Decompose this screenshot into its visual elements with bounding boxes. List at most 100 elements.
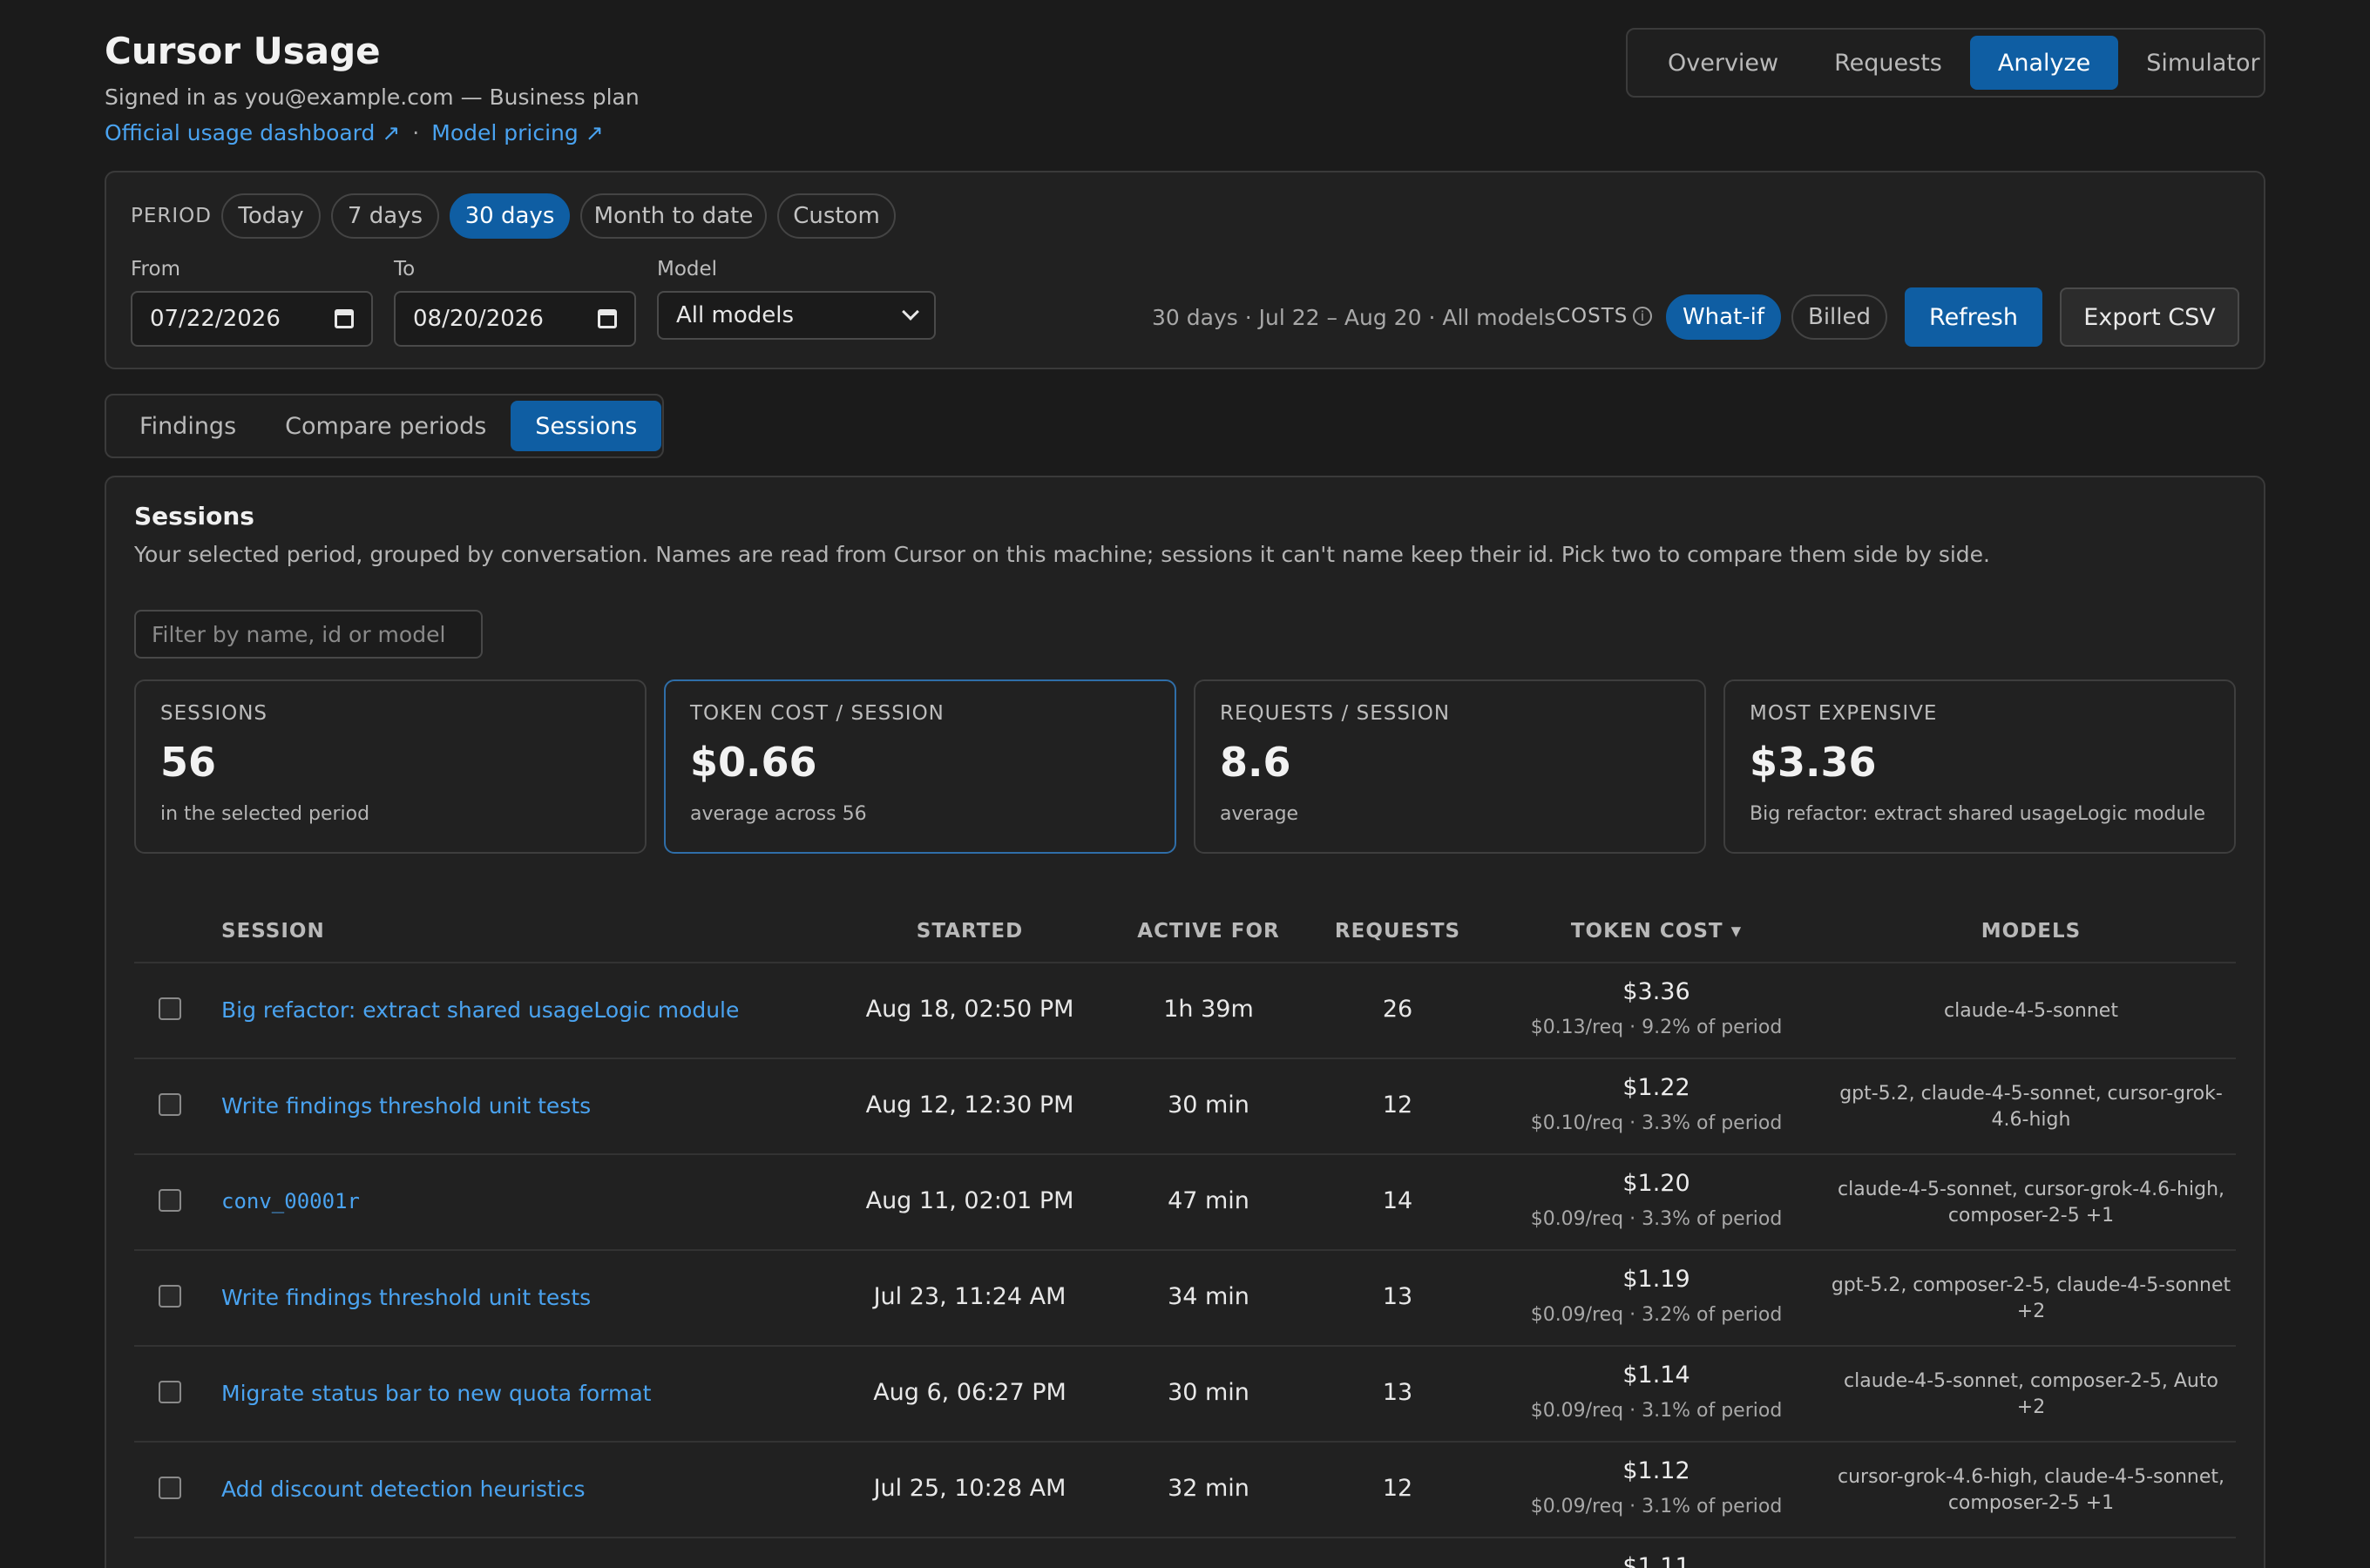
to-date-value: 08/20/2026 — [413, 306, 544, 332]
session-name-link[interactable]: Migrate status bar to new quota format — [221, 1381, 651, 1406]
session-active-for: 30 min — [1168, 1092, 1249, 1119]
period-label: PERIOD — [131, 205, 212, 227]
nav-tab-overview[interactable]: Overview — [1640, 36, 1806, 90]
nav-tab-requests[interactable]: Requests — [1806, 36, 1970, 90]
session-filter-input[interactable]: Filter by name, id or model — [134, 610, 483, 659]
stat-sub: average across 56 — [690, 803, 867, 825]
stat-card-requests: REQUESTS / SESSION 8.6 average — [1194, 679, 1706, 854]
session-token-cost: $1.20 — [1622, 1170, 1690, 1197]
stat-value: $0.66 — [690, 739, 817, 786]
calendar-icon[interactable] — [598, 309, 617, 328]
from-date-input[interactable]: 07/22/2026 — [131, 291, 373, 347]
stat-value: $3.36 — [1750, 739, 1877, 786]
period-today-button[interactable]: Today — [221, 193, 321, 239]
stat-card-most-expensive: MOST EXPENSIVE $3.36 Big refactor: extra… — [1723, 679, 2236, 854]
model-pricing-link[interactable]: Model pricing ↗ — [431, 120, 603, 145]
nav-tab-analyze[interactable]: Analyze — [1969, 36, 2119, 90]
session-token-cost: $1.19 — [1622, 1266, 1690, 1293]
stat-label: TOKEN COST / SESSION — [690, 702, 945, 725]
to-label: To — [394, 258, 416, 280]
stat-label: MOST EXPENSIVE — [1750, 702, 1938, 725]
session-started: Aug 11, 02:01 PM — [865, 1187, 1074, 1214]
table-row-divider — [134, 1441, 2236, 1443]
session-token-cost: $1.12 — [1622, 1457, 1690, 1484]
session-cost-detail: $0.10/req · 3.3% of period — [1530, 1112, 1783, 1134]
tab-compare-periods[interactable]: Compare periods — [261, 401, 511, 451]
tab-sessions[interactable]: Sessions — [511, 401, 662, 451]
session-active-for: 34 min — [1168, 1283, 1249, 1310]
session-models: cursor-grok-4.6-high, claude-4-5-sonnet,… — [1837, 1466, 2225, 1514]
signed-in-text: Signed in as you@example.com — Business … — [105, 84, 640, 110]
main-nav: Overview Requests Analyze Simulator — [1626, 28, 2265, 98]
stat-sub: average — [1220, 803, 1299, 825]
period-30-days-button[interactable]: 30 days — [450, 193, 570, 239]
cost-mode-billed-button[interactable]: Billed — [1791, 294, 1887, 340]
session-token-cost: $1.22 — [1622, 1074, 1690, 1101]
sessions-description: Your selected period, grouped by convers… — [134, 542, 1991, 567]
table-row-divider — [134, 1537, 2236, 1538]
stat-value: 56 — [160, 739, 217, 786]
column-header-active-for[interactable]: ACTIVE FOR — [1137, 920, 1279, 943]
sessions-title: Sessions — [134, 502, 254, 531]
period-7-days-button[interactable]: 7 days — [331, 193, 439, 239]
session-requests: 13 — [1382, 1283, 1413, 1310]
session-name-link[interactable]: Add discount detection heuristics — [221, 1477, 586, 1502]
session-active-for: 1h 39m — [1163, 996, 1254, 1023]
from-label: From — [131, 258, 180, 280]
column-header-started[interactable]: STARTED — [917, 920, 1023, 943]
session-token-cost: $1.11 — [1622, 1553, 1690, 1568]
to-date-input[interactable]: 08/20/2026 — [394, 291, 636, 347]
period-summary: 30 days · Jul 22 – Aug 20 · All models — [1152, 305, 1556, 330]
refresh-button[interactable]: Refresh — [1905, 287, 2042, 347]
session-requests: 26 — [1382, 996, 1413, 1023]
table-row-divider — [134, 1249, 2236, 1251]
row-select-checkbox[interactable] — [159, 1189, 181, 1212]
column-header-token-cost[interactable]: TOKEN COST ▾ — [1571, 920, 1742, 943]
nav-tab-simulator[interactable]: Simulator — [2118, 36, 2287, 90]
period-month-to-date-button[interactable]: Month to date — [580, 193, 767, 239]
session-token-cost: $3.36 — [1622, 978, 1690, 1005]
session-requests: 12 — [1382, 1092, 1413, 1119]
stat-sub: in the selected period — [160, 803, 370, 825]
calendar-icon[interactable] — [335, 309, 354, 328]
model-label: Model — [657, 258, 718, 280]
stat-card-token-cost: TOKEN COST / SESSION $0.66 average acros… — [664, 679, 1176, 854]
row-select-checkbox[interactable] — [159, 997, 181, 1020]
column-header-session[interactable]: SESSION — [221, 920, 325, 943]
session-name-link[interactable]: Big refactor: extract shared usageLogic … — [221, 997, 739, 1023]
session-cost-detail: $0.09/req · 3.1% of period — [1530, 1496, 1783, 1517]
session-name-link[interactable]: Write findings threshold unit tests — [221, 1285, 591, 1310]
row-select-checkbox[interactable] — [159, 1285, 181, 1308]
header-links: Official usage dashboard ↗ · Model pricing… — [105, 120, 604, 145]
table-row-divider — [134, 1345, 2236, 1347]
row-select-checkbox[interactable] — [159, 1381, 181, 1403]
column-header-requests[interactable]: REQUESTS — [1335, 920, 1460, 943]
analyze-sub-tabs: Findings Compare periods Sessions — [105, 394, 664, 458]
model-select[interactable]: All models — [657, 291, 936, 340]
model-select-value: All models — [676, 302, 795, 328]
session-started: Jul 25, 10:28 AM — [873, 1475, 1066, 1502]
info-icon[interactable]: i — [1633, 307, 1653, 326]
column-header-models[interactable]: MODELS — [1981, 920, 2081, 943]
session-started: Aug 6, 06:27 PM — [873, 1379, 1066, 1406]
session-active-for: 32 min — [1168, 1475, 1249, 1502]
session-token-cost: $1.14 — [1622, 1362, 1690, 1389]
session-name-link[interactable]: conv_00001r — [221, 1189, 360, 1213]
cost-mode-what-if-button[interactable]: What-if — [1666, 294, 1781, 340]
row-select-checkbox[interactable] — [159, 1477, 181, 1499]
period-custom-button[interactable]: Custom — [777, 193, 896, 239]
session-active-for: 30 min — [1168, 1379, 1249, 1406]
export-csv-button[interactable]: Export CSV — [2060, 287, 2239, 347]
session-models: claude-4-5-sonnet — [1944, 1000, 2118, 1022]
stat-card-sessions: SESSIONS 56 in the selected period — [134, 679, 647, 854]
official-usage-dashboard-link[interactable]: Official usage dashboard ↗ — [105, 120, 400, 145]
tab-findings[interactable]: Findings — [115, 401, 261, 451]
row-select-checkbox[interactable] — [159, 1093, 181, 1116]
session-started: Aug 12, 12:30 PM — [865, 1092, 1074, 1119]
session-name-link[interactable]: Write findings threshold unit tests — [221, 1093, 591, 1119]
link-separator: · — [412, 120, 420, 145]
session-models: claude-4-5-sonnet, cursor-grok-4.6-high,… — [1837, 1179, 2225, 1227]
chevron-down-icon — [902, 303, 919, 321]
table-row-divider — [134, 1058, 2236, 1059]
session-cost-detail: $0.09/req · 3.2% of period — [1530, 1304, 1783, 1326]
